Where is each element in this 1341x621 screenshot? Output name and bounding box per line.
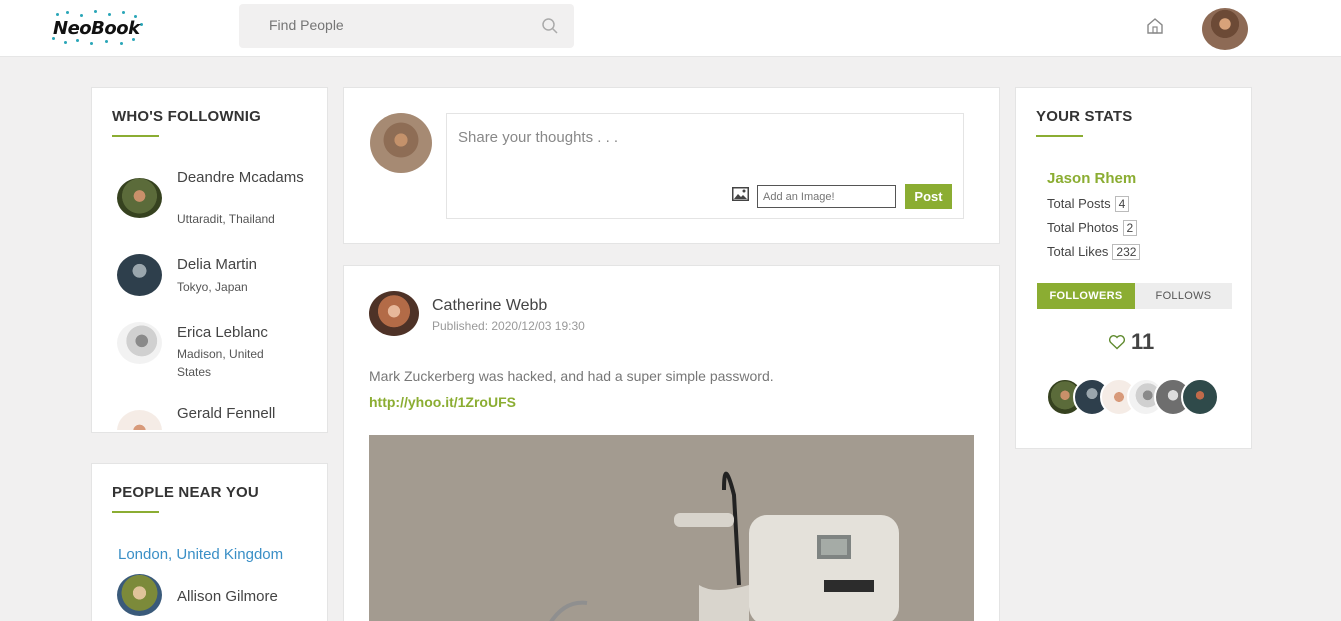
- post-photo-illustration: [369, 435, 974, 621]
- avatar[interactable]: [369, 291, 419, 336]
- people-near-title: PEOPLE NEAR YOU: [112, 484, 259, 501]
- search-bar: [239, 4, 574, 48]
- stat-total-posts: Total Posts 4: [1047, 196, 1130, 212]
- feed-post: Catherine Webb Published: 2020/12/03 19:…: [343, 265, 1000, 621]
- search-input[interactable]: [269, 17, 519, 33]
- home-icon[interactable]: [1145, 16, 1165, 36]
- person-location: Madison, United States: [177, 347, 264, 379]
- stats-title: YOUR STATS: [1036, 108, 1133, 125]
- top-navbar: NeoBook: [0, 0, 1341, 57]
- person-name[interactable]: Allison Gilmore: [177, 588, 278, 605]
- avatar: [117, 574, 162, 616]
- list-item[interactable]: Erica Leblanc Madison, United States: [117, 320, 317, 398]
- person-location: Uttaradit, Thailand: [177, 212, 275, 226]
- stats-user-name[interactable]: Jason Rhem: [1047, 170, 1136, 187]
- post-image[interactable]: [369, 435, 974, 621]
- avatar: [117, 254, 162, 296]
- user-avatar[interactable]: [1202, 8, 1248, 50]
- stat-value: 232: [1112, 244, 1141, 260]
- image-icon[interactable]: [732, 187, 749, 201]
- post-text: Mark Zuckerberg was hacked, and had a su…: [369, 368, 774, 384]
- title-underline: [1036, 135, 1083, 137]
- following-panel: WHO'S FOLLOWNIG Deandre Mcadams Uttaradi…: [91, 87, 328, 433]
- compose-panel: Share your thoughts . . . Post: [343, 87, 1000, 244]
- stat-value: 4: [1114, 196, 1130, 212]
- heart-icon: [1108, 335, 1126, 350]
- post-link[interactable]: http://yhoo.it/1ZroUFS: [369, 394, 516, 410]
- title-underline: [112, 511, 159, 513]
- stats-panel: YOUR STATS Jason Rhem Total Posts 4 Total…: [1015, 87, 1252, 449]
- person-location: Tokyo, Japan: [177, 280, 248, 294]
- compose-textarea[interactable]: Share your thoughts . . .: [458, 129, 618, 146]
- list-item[interactable]: Deandre Mcadams Uttaradit, Thailand: [117, 168, 317, 248]
- post-date: Published: 2020/12/03 19:30: [432, 319, 585, 333]
- title-underline: [112, 135, 159, 137]
- search-icon[interactable]: [541, 17, 559, 35]
- stat-label: Total Posts: [1047, 196, 1111, 211]
- following-title: WHO'S FOLLOWNIG: [112, 108, 262, 125]
- avatar: [117, 178, 162, 218]
- avatar: [117, 322, 162, 364]
- list-item[interactable]: Gerald Fennell: [117, 398, 317, 430]
- follower-count: 11: [1131, 329, 1155, 354]
- compose-box[interactable]: Share your thoughts . . . Post: [446, 113, 964, 219]
- post-button[interactable]: Post: [905, 184, 952, 209]
- stat-total-likes: Total Likes 232: [1047, 244, 1141, 260]
- avatar: [117, 410, 162, 430]
- follower-avatars: [1046, 378, 1226, 418]
- people-near-panel: PEOPLE NEAR YOU London, United Kingdom A…: [91, 463, 328, 621]
- list-item[interactable]: Delia Martin Tokyo, Japan: [117, 248, 317, 320]
- near-location-link[interactable]: London, United Kingdom: [118, 546, 283, 563]
- neobook-logo[interactable]: NeoBook: [50, 9, 146, 47]
- stat-label: Total Photos: [1047, 220, 1119, 235]
- person-name[interactable]: Gerald Fennell: [177, 404, 275, 423]
- tab-followers[interactable]: FOLLOWERS: [1037, 283, 1135, 309]
- stat-total-photos: Total Photos 2: [1047, 220, 1138, 236]
- avatar[interactable]: [1181, 378, 1219, 416]
- avatar: [370, 113, 432, 173]
- following-list: Deandre Mcadams Uttaradit, Thailand Deli…: [117, 168, 317, 430]
- person-name[interactable]: Delia Martin: [177, 255, 257, 274]
- person-name[interactable]: Deandre Mcadams: [177, 168, 304, 187]
- image-url-input[interactable]: [757, 185, 896, 208]
- logo-text: NeoBook: [53, 18, 140, 39]
- tab-follows[interactable]: FOLLOWS: [1135, 283, 1232, 309]
- person-name[interactable]: Erica Leblanc: [177, 323, 268, 342]
- stat-label: Total Likes: [1047, 244, 1109, 259]
- post-author[interactable]: Catherine Webb: [432, 297, 547, 315]
- stat-value: 2: [1122, 220, 1138, 236]
